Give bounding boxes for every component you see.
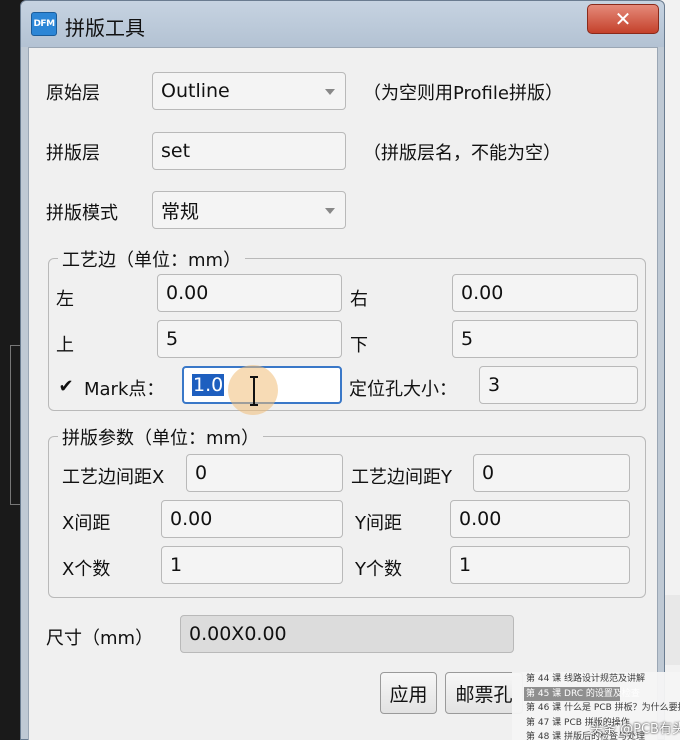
panel-mode-value: 常规	[161, 200, 200, 223]
background-bracket	[10, 345, 20, 505]
watermark: 头条 @PCB有头发	[590, 722, 680, 737]
close-icon: ✕	[614, 7, 632, 31]
edge-gap-y-input[interactable]: 0	[473, 454, 630, 492]
right-edge-input[interactable]: 0.00	[452, 274, 638, 312]
window-title: 拼版工具	[65, 16, 145, 40]
bottom-edge-label: 下	[350, 335, 368, 356]
background-panel-edge	[664, 595, 680, 665]
bottom-edge-input[interactable]: 5	[452, 320, 638, 358]
text-cursor-icon	[250, 376, 258, 406]
edge-gap-x-label: 工艺边间距X	[62, 467, 165, 488]
size-label: 尺寸（mm）	[46, 628, 154, 649]
panel-mode-label: 拼版模式	[46, 203, 118, 224]
source-layer-label: 原始层	[46, 83, 100, 104]
bottom-edge-value: 5	[461, 328, 474, 350]
title-bar[interactable]: DFM 拼版工具 ✕	[21, 1, 664, 47]
close-button[interactable]: ✕	[587, 4, 659, 34]
y-spacing-input[interactable]: 0.00	[450, 500, 630, 538]
top-edge-label: 上	[56, 335, 74, 356]
mark-size-value: 1.0	[192, 374, 225, 396]
panel-layer-value: set	[161, 140, 191, 162]
top-edge-input[interactable]: 5	[157, 320, 342, 358]
right-edge-label: 右	[350, 289, 368, 310]
x-spacing-label: X间距	[62, 513, 111, 534]
x-count-input[interactable]: 1	[161, 546, 343, 584]
size-value: 0.00X0.00	[189, 623, 287, 645]
panel-layer-input[interactable]: set	[152, 132, 346, 170]
panel-layer-note: （拼版层名，不能为空）	[363, 143, 561, 164]
edge-gap-y-value: 0	[482, 462, 495, 484]
left-edge-value: 0.00	[166, 282, 209, 304]
lesson-item[interactable]: 第 44 课 线路设计规范及讲解	[526, 672, 680, 687]
x-spacing-value: 0.00	[170, 508, 213, 530]
source-layer-note: （为空则用Profile拼版）	[363, 83, 563, 104]
y-spacing-label: Y间距	[355, 513, 402, 534]
lesson-item[interactable]: 第 46 课 什么是 PCB 拼板？为什么要拼板？	[526, 701, 680, 716]
checkmark-icon: ✔	[58, 375, 74, 397]
edge-gap-x-value: 0	[195, 462, 208, 484]
panel-mode-combo[interactable]: 常规	[152, 191, 346, 229]
edge-gap-x-input[interactable]: 0	[186, 454, 343, 492]
source-layer-value: Outline	[161, 80, 230, 102]
dfm-app-icon: DFM	[31, 12, 57, 36]
lesson-item-active[interactable]: 第 45 课 DRC 的设置及检查	[524, 686, 640, 701]
top-edge-value: 5	[166, 328, 179, 350]
source-layer-combo[interactable]: Outline	[152, 72, 346, 110]
mark-checkbox[interactable]: ✔	[57, 375, 75, 397]
x-spacing-input[interactable]: 0.00	[161, 500, 343, 538]
y-spacing-value: 0.00	[459, 508, 502, 530]
left-edge-label: 左	[56, 289, 74, 310]
edge-gap-y-label: 工艺边间距Y	[351, 467, 452, 488]
left-edge-input[interactable]: 0.00	[157, 274, 342, 312]
panel-params-title: 拼版参数（单位：mm）	[58, 424, 264, 450]
apply-button[interactable]: 应用	[380, 672, 437, 714]
y-count-value: 1	[459, 554, 472, 576]
size-output: 0.00X0.00	[180, 615, 514, 653]
panel-layer-label: 拼版层	[46, 143, 100, 164]
process-edge-title: 工艺边（单位：mm）	[58, 246, 246, 272]
mark-label: Mark点：	[84, 379, 165, 400]
right-edge-value: 0.00	[461, 282, 504, 304]
panel-tool-dialog: DFM 拼版工具 ✕ 原始层 Outline （为空则用Profile拼版） 拼…	[20, 0, 665, 740]
hole-size-label: 定位孔大小：	[349, 379, 457, 400]
dialog-body: 原始层 Outline （为空则用Profile拼版） 拼版层 set （拼版层…	[28, 47, 658, 740]
hole-size-value: 3	[488, 374, 501, 396]
x-count-label: X个数	[62, 559, 111, 580]
x-count-value: 1	[170, 554, 183, 576]
y-count-label: Y个数	[355, 559, 402, 580]
hole-size-input[interactable]: 3	[479, 366, 638, 404]
y-count-input[interactable]: 1	[450, 546, 630, 584]
